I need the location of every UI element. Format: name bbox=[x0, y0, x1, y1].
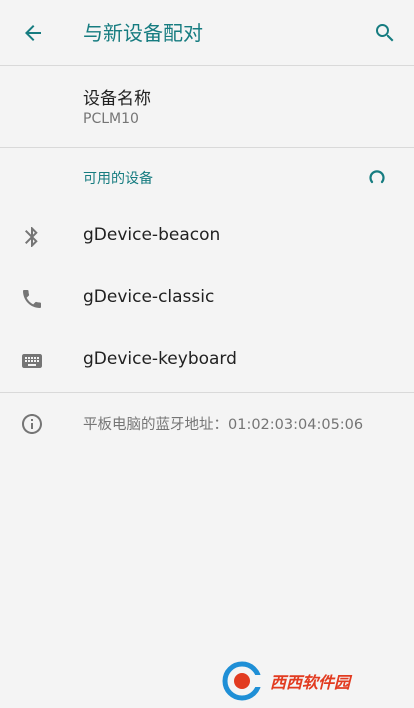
logo-icon bbox=[222, 661, 264, 701]
device-item-keyboard[interactable]: gDevice-keyboard bbox=[0, 330, 414, 392]
phone-icon bbox=[20, 287, 44, 311]
loading-spinner-icon bbox=[369, 170, 385, 184]
device-item-classic[interactable]: gDevice-classic bbox=[0, 268, 414, 330]
back-button[interactable] bbox=[18, 18, 48, 48]
device-name-setting[interactable]: 设备名称 PCLM10 bbox=[0, 66, 414, 148]
app-bar: 与新设备配对 bbox=[0, 0, 414, 66]
bluetooth-address-info: 平板电脑的蓝牙地址：01:02:03:04:05:06 bbox=[0, 393, 414, 453]
device-name: gDevice-classic bbox=[83, 287, 215, 307]
device-name-label: 设备名称 bbox=[83, 89, 151, 109]
arrow-back-icon bbox=[25, 25, 41, 41]
watermark-text: 西西软件园 bbox=[270, 673, 351, 692]
watermark-logo: 西西软件园 bbox=[222, 660, 394, 702]
available-devices-title: 可用的设备 bbox=[83, 171, 153, 187]
search-icon bbox=[376, 24, 394, 42]
device-item-beacon[interactable]: gDevice-beacon bbox=[0, 206, 414, 268]
device-name: gDevice-beacon bbox=[83, 225, 221, 245]
keyboard-icon bbox=[20, 349, 44, 373]
device-name-value: PCLM10 bbox=[83, 111, 139, 127]
bluetooth-icon bbox=[20, 225, 44, 249]
device-name: gDevice-keyboard bbox=[83, 349, 237, 369]
available-devices-header: 可用的设备 bbox=[0, 148, 414, 206]
bluetooth-address-text: 平板电脑的蓝牙地址：01:02:03:04:05:06 bbox=[83, 417, 364, 433]
info-icon bbox=[22, 414, 42, 434]
page-title: 与新设备配对 bbox=[83, 21, 203, 45]
search-button[interactable] bbox=[370, 18, 400, 48]
